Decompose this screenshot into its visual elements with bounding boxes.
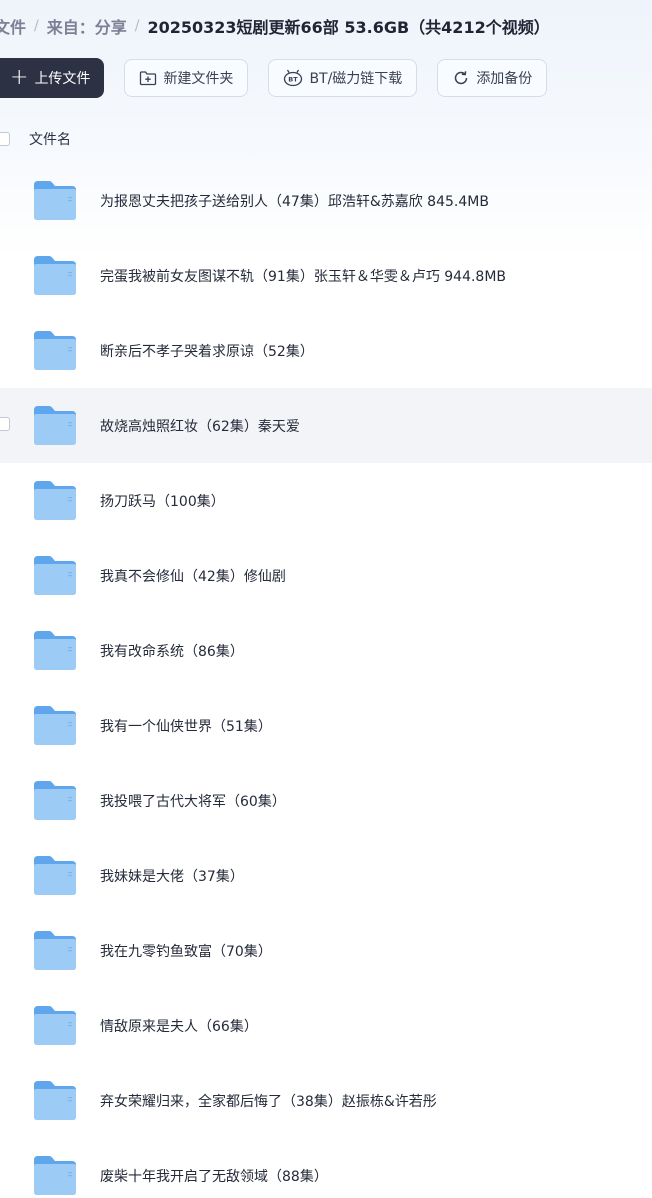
file-name[interactable]: 废柴十年我开启了无敌领域（88集）	[100, 1166, 328, 1186]
file-name[interactable]: 情敌原来是夫人（66集）	[100, 1016, 258, 1036]
add-backup-label: 添加备份	[476, 71, 533, 87]
folder-icon	[34, 706, 76, 745]
folder-icon	[34, 1006, 76, 1045]
file-name[interactable]: 我真不会修仙（42集）修仙剧	[100, 566, 286, 586]
folder-icon	[34, 781, 76, 820]
plus-icon: +	[10, 65, 29, 90]
folder-icon	[34, 406, 76, 445]
folder-icon	[34, 931, 76, 970]
file-name[interactable]: 我投喂了古代大将军（60集）	[100, 791, 286, 811]
bt-magnet-download-label: BT/磁力链下载	[309, 71, 403, 87]
file-name[interactable]: 我有一个仙侠世界（51集）	[100, 716, 272, 736]
folder-icon	[34, 481, 76, 520]
add-backup-button[interactable]: 添加备份	[437, 59, 548, 97]
file-row[interactable]: 故烧高烛照红妆（62集）秦天爱	[0, 388, 652, 463]
file-name[interactable]: 为报恩丈夫把孩子送给别人（47集）邱浩轩&苏嘉欣 845.4MB	[100, 191, 489, 211]
toolbar: + 上传文件 新建文件夹 BT BT/磁力链下载 添加备份	[0, 58, 548, 98]
upload-file-label: 上传文件	[34, 71, 91, 87]
folder-icon	[34, 331, 76, 370]
row-checkbox[interactable]	[0, 417, 10, 431]
file-row[interactable]: 为报恩丈夫把孩子送给别人（47集）邱浩轩&苏嘉欣 845.4MB	[0, 163, 652, 238]
bt-icon: BT	[284, 69, 303, 87]
file-name[interactable]: 我在九零钓鱼致富（70集）	[100, 941, 272, 961]
file-row[interactable]: 我有一个仙侠世界（51集）	[0, 688, 652, 763]
file-name[interactable]: 我有改命系统（86集）	[100, 641, 244, 661]
folder-icon	[34, 1081, 76, 1120]
file-row[interactable]: 弃女荣耀归来，全家都后悔了（38集）赵振栋&许若彤	[0, 1063, 652, 1138]
breadcrumb-parent[interactable]: 来自：分享	[47, 14, 127, 38]
breadcrumb-root[interactable]: 文件	[0, 14, 26, 38]
file-row[interactable]: 完蛋我被前女友图谋不轨（91集）张玉轩＆华雯＆卢巧 944.8MB	[0, 238, 652, 313]
file-name[interactable]: 完蛋我被前女友图谋不轨（91集）张玉轩＆华雯＆卢巧 944.8MB	[100, 266, 506, 286]
file-list: 为报恩丈夫把孩子送给别人（47集）邱浩轩&苏嘉欣 845.4MB 完蛋我被前女友…	[0, 163, 652, 1198]
folder-icon	[34, 1156, 76, 1195]
select-all-checkbox[interactable]	[0, 132, 10, 146]
file-row[interactable]: 废柴十年我开启了无敌领域（88集）	[0, 1138, 652, 1198]
folder-icon	[34, 631, 76, 670]
file-row[interactable]: 我妹妹是大佬（37集）	[0, 838, 652, 913]
new-folder-icon	[140, 71, 157, 86]
folder-icon	[34, 181, 76, 220]
bt-magnet-download-button[interactable]: BT BT/磁力链下载	[268, 59, 418, 97]
list-header: 文件名	[0, 120, 652, 158]
folder-icon	[34, 856, 76, 895]
breadcrumb: 文件 / 来自：分享 / 20250323短剧更新66部 53.6GB（共421…	[0, 12, 550, 40]
breadcrumb-current-folder: 20250323短剧更新66部 53.6GB（共4212个视频）	[147, 18, 550, 37]
file-row[interactable]: 我有改命系统（86集）	[0, 613, 652, 688]
file-name[interactable]: 弃女荣耀归来，全家都后悔了（38集）赵振栋&许若彤	[100, 1091, 437, 1111]
file-name[interactable]: 扬刀跃马（100集）	[100, 491, 225, 511]
file-row[interactable]: 情敌原来是夫人（66集）	[0, 988, 652, 1063]
file-row[interactable]: 断亲后不孝子哭着求原谅（52集）	[0, 313, 652, 388]
file-name[interactable]: 故烧高烛照红妆（62集）秦天爱	[100, 416, 300, 436]
sync-icon	[455, 71, 468, 85]
svg-text:BT: BT	[289, 76, 299, 84]
file-row[interactable]: 扬刀跃马（100集）	[0, 463, 652, 538]
breadcrumb-separator: /	[134, 18, 140, 34]
file-name[interactable]: 我妹妹是大佬（37集）	[100, 866, 244, 886]
file-name[interactable]: 断亲后不孝子哭着求原谅（52集）	[100, 341, 314, 361]
folder-icon	[34, 556, 76, 595]
breadcrumb-separator: /	[34, 18, 39, 34]
file-row[interactable]: 我在九零钓鱼致富（70集）	[0, 913, 652, 988]
new-folder-button[interactable]: 新建文件夹	[124, 59, 249, 97]
file-row[interactable]: 我真不会修仙（42集）修仙剧	[0, 538, 652, 613]
column-header-filename[interactable]: 文件名	[29, 129, 71, 149]
file-manager-page: 文件 / 来自：分享 / 20250323短剧更新66部 53.6GB（共421…	[0, 0, 652, 1198]
new-folder-label: 新建文件夹	[163, 71, 234, 87]
upload-file-button[interactable]: + 上传文件	[0, 58, 105, 98]
file-row[interactable]: 我投喂了古代大将军（60集）	[0, 763, 652, 838]
folder-icon	[34, 256, 76, 295]
